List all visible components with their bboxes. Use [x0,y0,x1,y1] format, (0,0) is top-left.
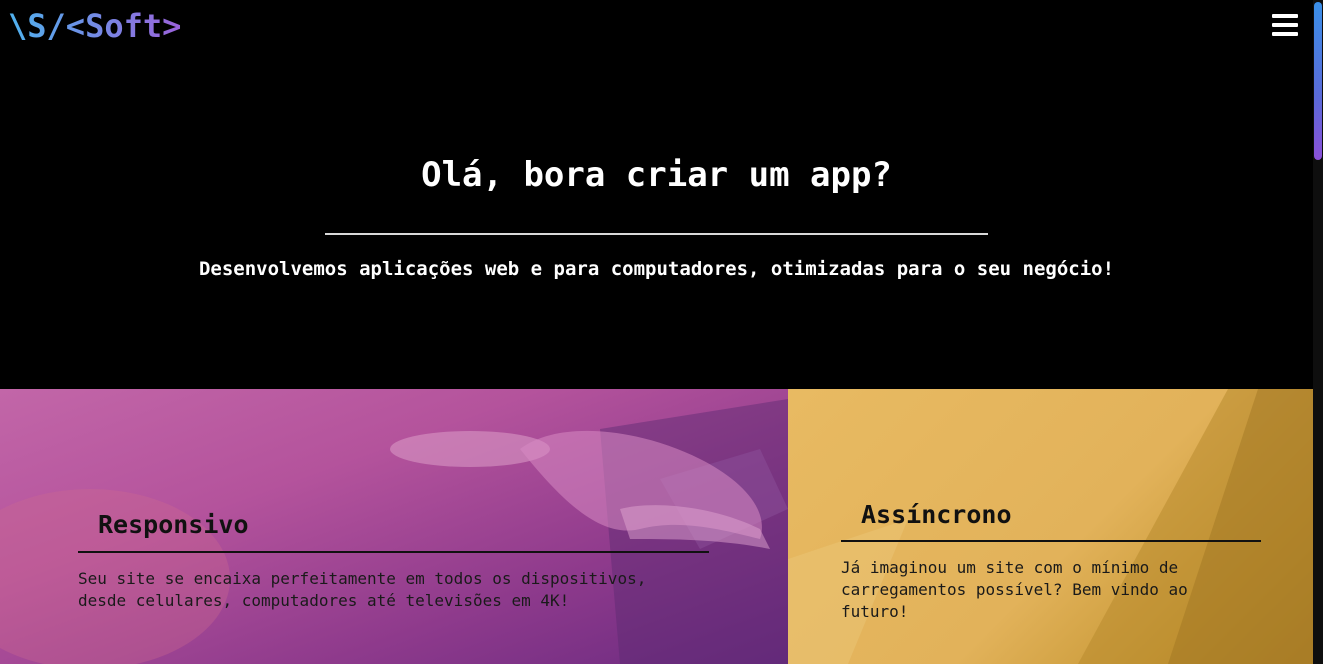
feature-divider [78,551,709,553]
hero-subtitle: Desenvolvemos aplicações web e para comp… [198,258,1115,280]
feature-text-line: Já imaginou um site com o mínimo de [841,558,1179,577]
feature-title: Responsivo [98,510,249,539]
hamburger-menu-icon[interactable] [1272,14,1300,40]
scrollbar-thumb[interactable] [1314,2,1322,160]
hero-divider [325,233,988,235]
feature-text-line: futuro! [841,602,909,621]
hero-header: \S/<Soft> Olá, bora criar um app? Desenv… [0,0,1313,389]
feature-text-line: carregamentos possível? Bem vindo ao [841,580,1188,599]
brand-logo[interactable]: \S/<Soft> [8,6,181,46]
menu-bar [1272,32,1298,36]
hero-title: Olá, bora criar um app? [421,155,892,195]
feature-card-responsive: Responsivo Seu site se encaixa perfeitam… [0,389,788,664]
page-scrollbar[interactable] [1313,0,1323,664]
menu-bar [1272,23,1298,27]
feature-text-line: Seu site se encaixa perfeitamente em tod… [78,569,647,588]
feature-text-line: desde celulares, computadores até televi… [78,591,570,610]
menu-bar [1272,14,1298,18]
feature-divider [841,540,1261,542]
feature-card-async: Assíncrono Já imaginou um site com o mín… [788,389,1313,664]
feature-title: Assíncrono [861,500,1012,529]
